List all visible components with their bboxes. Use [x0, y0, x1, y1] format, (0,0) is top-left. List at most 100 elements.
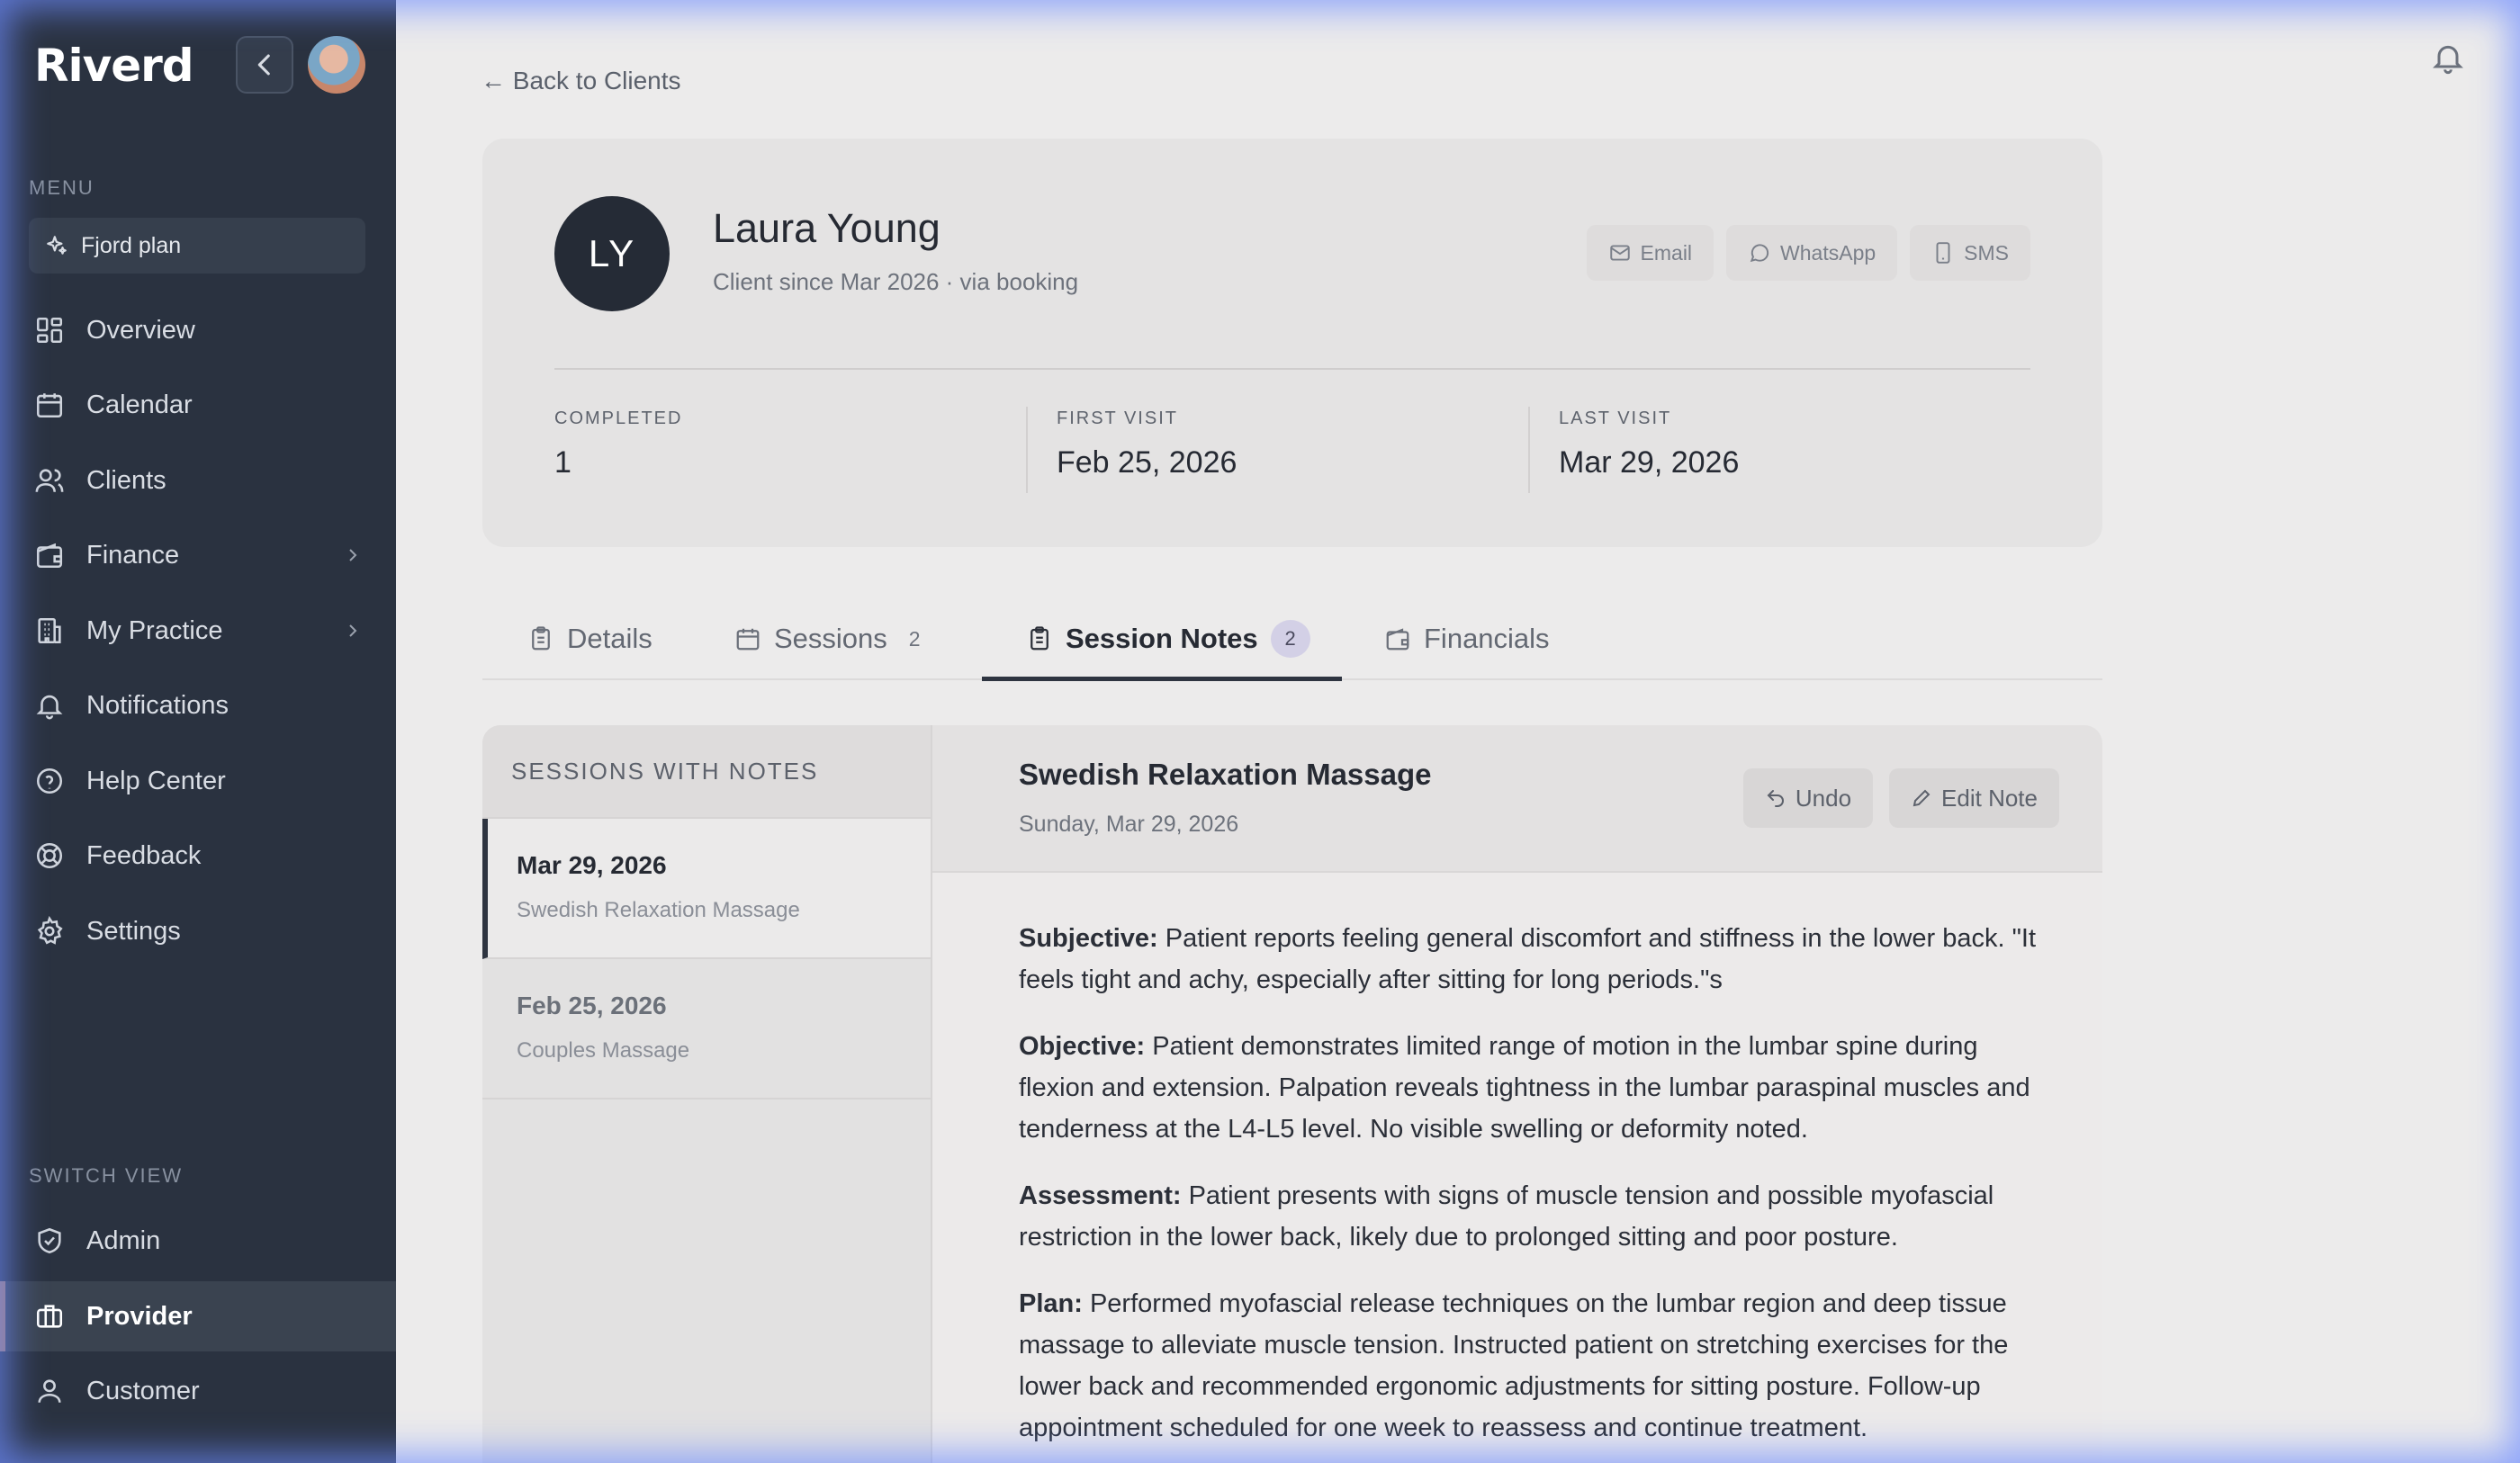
view-label: Customer	[86, 1376, 200, 1405]
sidebar-item-label: Calendar	[86, 390, 193, 419]
list-header: SESSIONS WITH NOTES	[482, 725, 931, 819]
sidebar-item-label: My Practice	[86, 615, 223, 645]
tab-count: 2	[908, 626, 921, 651]
plan-section: Plan: Performed myofascial release techn…	[1019, 1283, 2054, 1449]
sidebar-item-settings[interactable]: Settings	[0, 896, 396, 966]
note-date: Mar 29, 2026	[517, 851, 667, 879]
clipboard-icon	[1026, 625, 1053, 652]
whatsapp-label: WhatsApp	[1780, 240, 1876, 265]
sidebar-item-label: Clients	[86, 465, 166, 495]
sidebar-item-my-practice[interactable]: My Practice	[0, 596, 396, 666]
undo-label: Undo	[1795, 784, 1852, 812]
section-label: Objective:	[1019, 1032, 1146, 1061]
users-icon	[34, 465, 65, 496]
session-note-detail: Swedish Relaxation Massage Sunday, Mar 2…	[932, 725, 2102, 1463]
menu-section-label: MENU	[29, 176, 94, 199]
list-item[interactable]: Feb 25, 2026 Couples Massage	[482, 959, 931, 1099]
note-service: Swedish Relaxation Massage	[517, 898, 800, 922]
view-label: Provider	[86, 1301, 193, 1331]
sidebar-item-finance[interactable]: Finance	[0, 520, 396, 590]
edit-note-button[interactable]: Edit Note	[1889, 768, 2059, 828]
note-actions: Undo Edit Note	[1742, 768, 2059, 828]
mail-icon	[1608, 241, 1632, 265]
contact-actions: Email WhatsApp SMS	[1586, 225, 2030, 281]
pencil-icon	[1911, 787, 1932, 809]
lifebuoy-icon	[34, 840, 65, 871]
chevron-left-icon	[249, 49, 280, 80]
wallet-icon	[1384, 625, 1411, 652]
stat-divider	[1528, 407, 1530, 493]
building-icon	[34, 615, 65, 646]
whatsapp-button[interactable]: WhatsApp	[1726, 225, 1898, 281]
client-since: Client since Mar 2026 · via booking	[713, 268, 1079, 295]
note-title: Swedish Relaxation Massage	[1019, 758, 1432, 791]
stat-value: Mar 29, 2026	[1559, 445, 1740, 480]
sidebar-item-label: Help Center	[86, 766, 226, 795]
view-customer[interactable]: Customer	[0, 1356, 396, 1426]
plan-badge[interactable]: Fjord plan	[29, 218, 365, 274]
brand-logo[interactable]: Riverd	[34, 40, 194, 92]
tab-label: Sessions	[774, 623, 887, 654]
stat-label: COMPLETED	[554, 408, 683, 428]
tab-financials[interactable]: Financials	[1384, 597, 1550, 680]
sidebar-item-notifications[interactable]: Notifications	[0, 670, 396, 740]
undo-button[interactable]: Undo	[1742, 768, 1874, 828]
profile-divider	[554, 368, 2030, 370]
client-name: Laura Young	[713, 205, 940, 251]
tab-label: Session Notes	[1066, 623, 1258, 654]
sparkles-icon	[45, 234, 68, 257]
sidebar-item-overview[interactable]: Overview	[0, 295, 396, 365]
note-date: Feb 25, 2026	[517, 992, 667, 1019]
list-item[interactable]: Mar 29, 2026 Swedish Relaxation Massage	[482, 819, 931, 959]
section-text: Performed myofascial release techniques …	[1019, 1289, 2009, 1442]
help-circle-icon	[34, 766, 65, 796]
sidebar-item-label: Settings	[86, 916, 181, 946]
chevron-right-icon	[342, 544, 364, 566]
stat-completed: COMPLETED 1	[554, 408, 1022, 480]
tab-label: Financials	[1424, 623, 1550, 654]
sidebar-item-help-center[interactable]: Help Center	[0, 746, 396, 816]
sidebar-item-feedback[interactable]: Feedback	[0, 821, 396, 891]
undo-icon	[1765, 787, 1786, 809]
note-session-date: Sunday, Mar 29, 2026	[1019, 812, 1239, 837]
sidebar-item-clients[interactable]: Clients	[0, 445, 396, 516]
edit-note-label: Edit Note	[1941, 784, 2038, 812]
stat-value: Feb 25, 2026	[1057, 445, 1238, 480]
view-provider[interactable]: Provider	[0, 1281, 396, 1351]
stat-label: FIRST VISIT	[1057, 408, 1178, 428]
tab-label: Details	[567, 623, 652, 654]
objective-section: Objective: Patient demonstrates limited …	[1019, 1026, 2054, 1150]
client-tabs: Details Sessions 2 Session Notes 2 Finan…	[482, 597, 2102, 681]
email-button[interactable]: Email	[1586, 225, 1714, 281]
stat-last-visit: LAST VISIT Mar 29, 2026	[1559, 408, 2027, 480]
notifications-bell-icon[interactable]	[2430, 40, 2466, 80]
tab-count-badge: 2	[1270, 620, 1310, 658]
sidebar-item-label: Finance	[86, 540, 180, 570]
stat-value: 1	[554, 445, 572, 480]
sms-label: SMS	[1964, 240, 2009, 265]
sms-button[interactable]: SMS	[1910, 225, 2030, 281]
note-header: Swedish Relaxation Massage Sunday, Mar 2…	[932, 725, 2102, 873]
user-icon	[34, 1376, 65, 1406]
wallet-icon	[34, 540, 65, 570]
tab-session-notes[interactable]: Session Notes 2	[1026, 597, 1310, 680]
phone-icon	[1931, 241, 1955, 265]
back-to-clients-link[interactable]: ← Back to Clients	[481, 67, 681, 95]
section-label: Assessment:	[1019, 1181, 1182, 1210]
collapse-sidebar-button[interactable]	[236, 36, 293, 94]
sidebar-item-calendar[interactable]: Calendar	[0, 370, 396, 440]
client-avatar: LY	[554, 196, 670, 311]
view-admin[interactable]: Admin	[0, 1206, 396, 1276]
sessions-with-notes-list: SESSIONS WITH NOTES Mar 29, 2026 Swedish…	[482, 725, 932, 1463]
calendar-icon	[34, 390, 65, 420]
client-profile-card: LY Laura Young Client since Mar 2026 · v…	[482, 139, 2102, 547]
tab-details[interactable]: Details	[527, 597, 652, 680]
sidebar: Riverd MENU Fjord plan Overview Calendar…	[0, 0, 396, 1463]
tab-sessions[interactable]: Sessions 2	[734, 597, 921, 680]
note-service: Couples Massage	[517, 1038, 690, 1063]
section-text: Patient demonstrates limited range of mo…	[1019, 1032, 2030, 1144]
sidebar-item-label: Feedback	[86, 840, 202, 870]
active-tab-indicator	[982, 677, 1342, 681]
email-label: Email	[1640, 240, 1693, 265]
user-avatar[interactable]	[308, 36, 365, 94]
